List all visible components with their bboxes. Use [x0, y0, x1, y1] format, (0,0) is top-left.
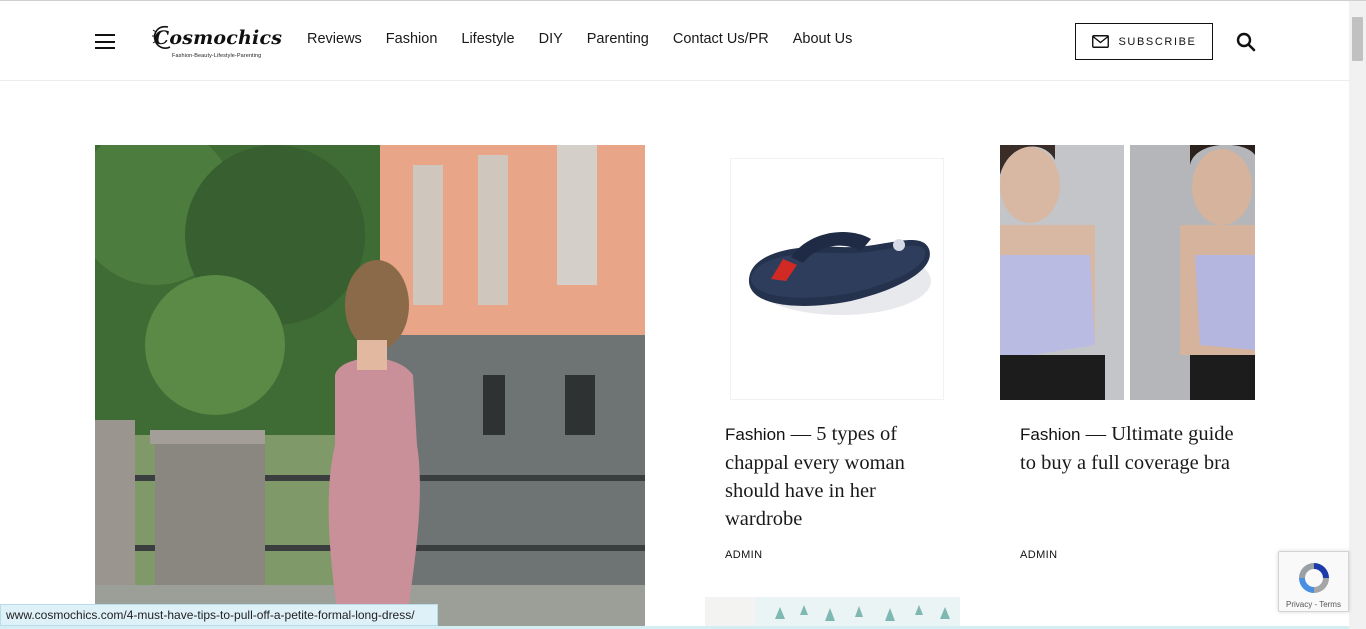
- mail-icon: [1091, 35, 1109, 48]
- search-icon[interactable]: [1236, 32, 1256, 52]
- main-nav: Reviews Fashion Lifestyle DIY Parenting …: [307, 31, 876, 47]
- recaptcha-badge[interactable]: Privacy - Terms: [1278, 551, 1349, 612]
- post-image-chappal[interactable]: [730, 158, 944, 400]
- browser-status-url: www.cosmochics.com/4-must-have-tips-to-p…: [0, 604, 438, 626]
- hamburger-menu-icon[interactable]: [95, 34, 115, 49]
- nav-item-lifestyle[interactable]: Lifestyle: [461, 31, 514, 47]
- nav-item-contact[interactable]: Contact Us/PR: [673, 31, 769, 47]
- post-author[interactable]: ADMIN: [725, 549, 762, 561]
- page-scrollbar[interactable]: [1349, 1, 1366, 629]
- nav-item-parenting[interactable]: Parenting: [587, 31, 649, 47]
- post-image-next[interactable]: [705, 597, 960, 629]
- post-title-bra[interactable]: Fashion — Ultimate guide to buy a full c…: [1020, 420, 1250, 477]
- site-logo[interactable]: Cosmochics Fashion-Beauty-Lifestyle-Pare…: [152, 19, 282, 63]
- logo-tagline: Fashion-Beauty-Lifestyle-Parenting: [172, 53, 262, 59]
- scrollbar-thumb[interactable]: [1352, 17, 1363, 61]
- subscribe-button[interactable]: SUBSCRIBE: [1075, 23, 1213, 60]
- post-category[interactable]: Fashion: [725, 425, 785, 444]
- post-author[interactable]: ADMIN: [1020, 549, 1057, 561]
- post-title-chappal[interactable]: Fashion — 5 types of chappal every woman…: [725, 420, 955, 533]
- featured-post-image[interactable]: [95, 145, 645, 629]
- logo-wordmark: Cosmochics: [154, 27, 283, 49]
- post-category[interactable]: Fashion: [1020, 425, 1080, 444]
- post-image-bra[interactable]: [1000, 145, 1255, 400]
- nav-item-fashion[interactable]: Fashion: [386, 31, 438, 47]
- recaptcha-links[interactable]: Privacy - Terms: [1286, 600, 1341, 609]
- nav-item-reviews[interactable]: Reviews: [307, 31, 362, 47]
- nav-item-about[interactable]: About Us: [793, 31, 853, 47]
- site-header: Cosmochics Fashion-Beauty-Lifestyle-Pare…: [0, 1, 1349, 81]
- subscribe-label: SUBSCRIBE: [1118, 35, 1197, 48]
- nav-item-diy[interactable]: DIY: [539, 31, 563, 47]
- recaptcha-icon: [1299, 563, 1329, 593]
